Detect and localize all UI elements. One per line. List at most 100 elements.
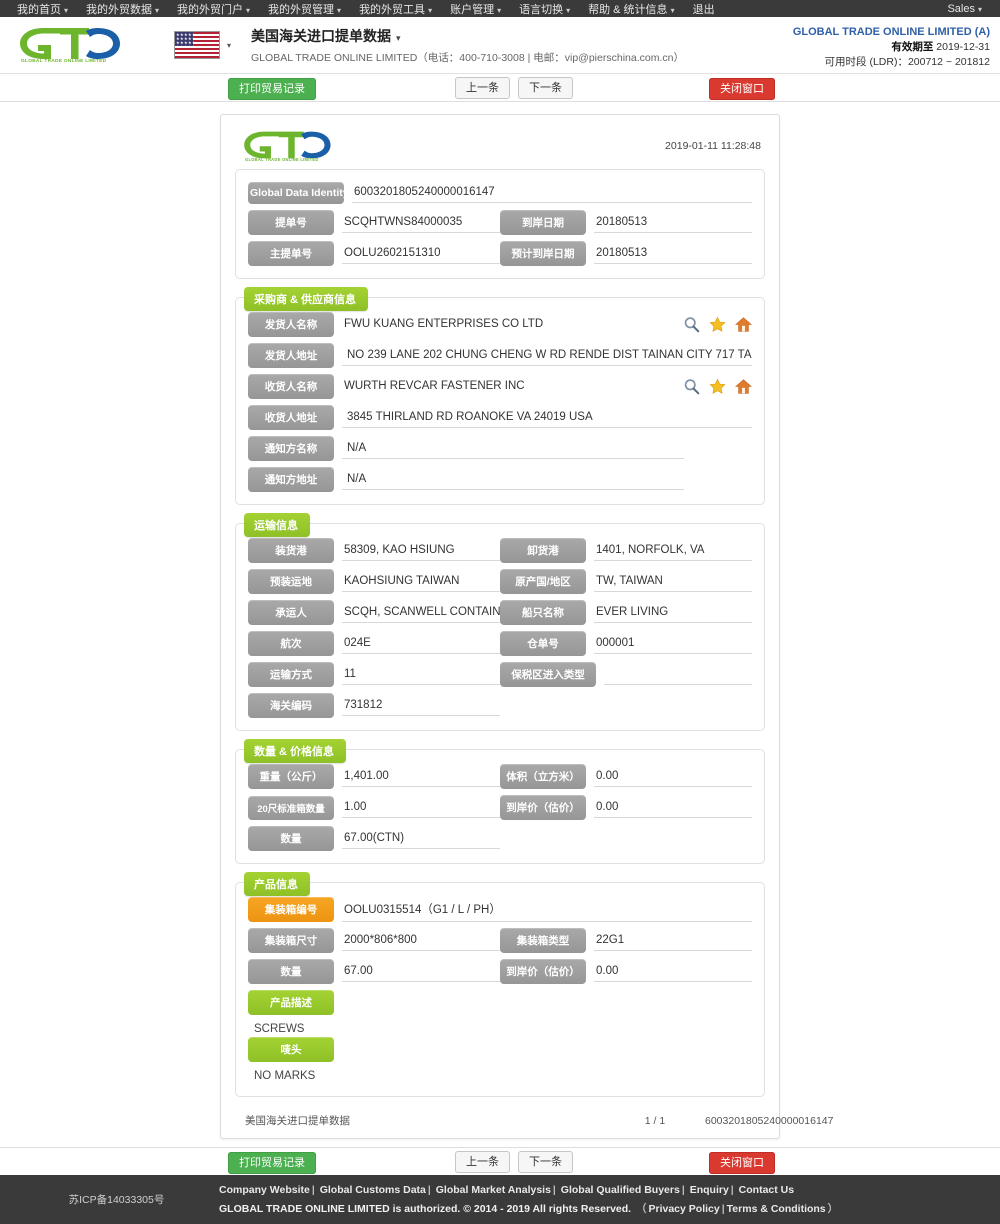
- top-action-right: 关闭窗口: [709, 77, 775, 100]
- product-panel-title: 产品信息: [244, 872, 310, 896]
- footer-link-company-website[interactable]: Company Website: [219, 1184, 310, 1196]
- quantity-cell: 数量 67.00(CTN): [248, 826, 500, 851]
- document-area: GLOBAL TRADE ONLINE LIMITED 2019-01-11 1…: [0, 102, 1000, 1139]
- previous-record-button[interactable]: 上一条: [455, 76, 510, 99]
- consignee-address-label: 收货人地址: [248, 405, 334, 430]
- bottom-action-center: 上一条 下一条: [455, 1150, 573, 1173]
- search-icon[interactable]: [683, 316, 700, 333]
- previous-record-button-bottom[interactable]: 上一条: [455, 1150, 510, 1173]
- icp-license: 苏ICP备14033305号: [68, 1194, 165, 1206]
- account-company-name[interactable]: GLOBAL TRADE ONLINE LIMITED (A): [793, 25, 990, 40]
- nav-item-label: 我的外贸数据: [86, 3, 153, 16]
- container-size-value: 2000*806*800: [342, 931, 500, 951]
- footer-link-global-qualified-buyers[interactable]: Global Qualified Buyers: [561, 1184, 680, 1196]
- nav-item-8[interactable]: 退出: [684, 1, 724, 17]
- favorite-star-icon[interactable]: [709, 378, 726, 395]
- bill-of-lading-document: GLOBAL TRADE ONLINE LIMITED 2019-01-11 1…: [220, 114, 833, 1139]
- product-quantity-row: 数量 67.00 到岸价（估价） 0.00: [248, 959, 752, 984]
- home-icon[interactable]: [735, 316, 752, 333]
- origin-country-label: 原产国/地区: [500, 569, 586, 594]
- us-flag-icon: ★★★★★ ★★★★★ ★★★★★ ★★★★★: [174, 31, 220, 59]
- next-record-button[interactable]: 下一条: [518, 76, 573, 99]
- volume-label: 体积（立方米）: [500, 764, 586, 789]
- footer-link-enquiry[interactable]: Enquiry: [690, 1184, 729, 1196]
- nav-item-sales[interactable]: Sales ▾: [938, 3, 992, 15]
- footer-link-contact-us[interactable]: Contact Us: [739, 1184, 794, 1196]
- transport-panel: 运输信息 装货港 58309, KAO HSIUNG 卸货港 1401, NOR…: [235, 513, 765, 731]
- print-trade-record-button[interactable]: 打印贸易记录: [228, 77, 316, 100]
- vessel-name-label: 船只名称: [500, 600, 586, 625]
- nav-item-label: 我的首页: [17, 3, 61, 16]
- footer-link-privacy-policy[interactable]: Privacy Policy: [649, 1203, 720, 1215]
- teu-cell: 20尺标准箱数量 1.00: [248, 795, 500, 820]
- favorite-star-icon[interactable]: [709, 316, 726, 333]
- consignee-actions: [683, 378, 752, 395]
- next-record-button-bottom[interactable]: 下一条: [518, 1150, 573, 1173]
- notify-address-cell: 通知方地址 N/A: [248, 467, 752, 492]
- nav-item-4[interactable]: 我的外贸工具 ▾: [350, 1, 441, 17]
- nav-item-1[interactable]: 我的外贸数据 ▾: [77, 1, 168, 17]
- identity-row: Global Data Identity 6003201805240000016…: [248, 182, 752, 204]
- country-flag-selector[interactable]: ★★★★★ ★★★★★ ★★★★★ ★★★★★ ▾: [174, 31, 231, 59]
- nav-item-3[interactable]: 我的外贸管理 ▾: [259, 1, 350, 17]
- carrier-value: SCQH, SCANWELL CONTAINER LIN: [342, 603, 500, 623]
- print-trade-record-button-bottom[interactable]: 打印贸易记录: [228, 1151, 316, 1174]
- document-gto-logo-svg: GLOBAL TRADE ONLINE LIMITED: [244, 131, 331, 162]
- transport-mode-row: 运输方式 11 保税区进入类型: [248, 662, 752, 687]
- footer-link-terms[interactable]: Terms & Conditions: [727, 1203, 826, 1215]
- page-subtitle: GLOBAL TRADE ONLINE LIMITED（电话：400-710-3…: [251, 51, 684, 64]
- nav-item-label: 我的外贸管理: [268, 3, 335, 16]
- notify-address-label: 通知方地址: [248, 467, 334, 492]
- page-title[interactable]: 美国海关进口提单数据 ▾: [251, 26, 684, 46]
- quantity-value: 67.00(CTN): [342, 829, 500, 849]
- chevron-down-icon: ▾: [396, 32, 401, 43]
- chevron-down-icon: ▾: [566, 5, 571, 15]
- marks-label-row: 唛头: [248, 1037, 752, 1062]
- cif-cell: 到岸价（估价） 0.00: [500, 795, 752, 820]
- nav-item-6[interactable]: 语言切换 ▾: [510, 1, 579, 17]
- loading-port-value: 58309, KAO HSIUNG: [342, 541, 500, 561]
- shipper-address-row: 发货人地址 NO 239 LANE 202 CHUNG CHENG W RD R…: [248, 343, 752, 368]
- product-cif-cell: 到岸价（估价） 0.00: [500, 959, 752, 984]
- master-bill-label: 主提单号: [248, 241, 334, 266]
- close-window-button-bottom[interactable]: 关闭窗口: [709, 1151, 775, 1174]
- nav-item-5[interactable]: 账户管理 ▾: [441, 1, 510, 17]
- transport-mode-cell: 运输方式 11: [248, 662, 500, 687]
- container-size-cell: 集装箱尺寸 2000*806*800: [248, 928, 500, 953]
- close-window-button[interactable]: 关闭窗口: [709, 77, 775, 100]
- account-ldr: 可用时段 (LDR)：200712 ~ 201812: [824, 56, 990, 68]
- nav-item-2[interactable]: 我的外贸门户 ▾: [168, 1, 259, 17]
- footer-link-global-customs-data[interactable]: Global Customs Data: [320, 1184, 426, 1196]
- bonded-entry-type-label: 保税区进入类型: [500, 662, 596, 687]
- gto-logo-svg: GLOBAL TRADE ONLINE LIMITED: [20, 28, 120, 62]
- discharge-port-cell: 卸货港 1401, NORFOLK, VA: [500, 538, 752, 563]
- nav-item-label: 语言切换: [519, 3, 564, 16]
- product-quantity-value: 67.00: [342, 962, 500, 982]
- shipper-name-cell: 发货人名称 FWU KUANG ENTERPRISES CO LTD: [248, 312, 752, 337]
- footer-copyright-row: GLOBAL TRADE ONLINE LIMITED is authorize…: [219, 1202, 839, 1215]
- loading-port-cell: 装货港 58309, KAO HSIUNG: [248, 538, 500, 563]
- container-number-label: 集装箱编号: [248, 897, 334, 922]
- marks-label: 唛头: [248, 1037, 334, 1062]
- home-icon[interactable]: [735, 378, 752, 395]
- consignee-address-cell: 收货人地址 3845 THIRLAND RD ROANOKE VA 24019 …: [248, 405, 752, 430]
- bottom-action-right: 关闭窗口: [709, 1151, 775, 1174]
- transport-mode-value: 11: [342, 665, 500, 685]
- page-title-block: 美国海关进口提单数据 ▾ GLOBAL TRADE ONLINE LIMITED（…: [251, 26, 684, 65]
- identity-panel: Global Data Identity 6003201805240000016…: [235, 169, 765, 279]
- notify-name-cell: 通知方名称 N/A: [248, 436, 752, 461]
- global-data-identity-label: Global Data Identity: [248, 182, 344, 204]
- arrival-date-value: 20180513: [594, 213, 752, 233]
- svg-text:GLOBAL TRADE ONLINE LIMITED: GLOBAL TRADE ONLINE LIMITED: [21, 58, 107, 62]
- footer-link-global-market-analysis[interactable]: Global Market Analysis: [436, 1184, 551, 1196]
- search-icon[interactable]: [683, 378, 700, 395]
- nav-item-0[interactable]: 我的首页 ▾: [8, 1, 77, 17]
- notify-name-label: 通知方名称: [248, 436, 334, 461]
- notify-address-value: N/A: [342, 470, 684, 490]
- transport-panel-title: 运输信息: [244, 513, 310, 537]
- pre-carriage-value: KAOHSIUNG TAIWAN: [342, 572, 500, 592]
- nav-item-7[interactable]: 帮助 & 统计信息 ▾: [579, 1, 683, 17]
- product-cif-label: 到岸价（估价）: [500, 959, 586, 984]
- eta-cell: 预计到岸日期 20180513: [500, 241, 752, 266]
- global-data-identity-value: 6003201805240000016147: [352, 183, 752, 203]
